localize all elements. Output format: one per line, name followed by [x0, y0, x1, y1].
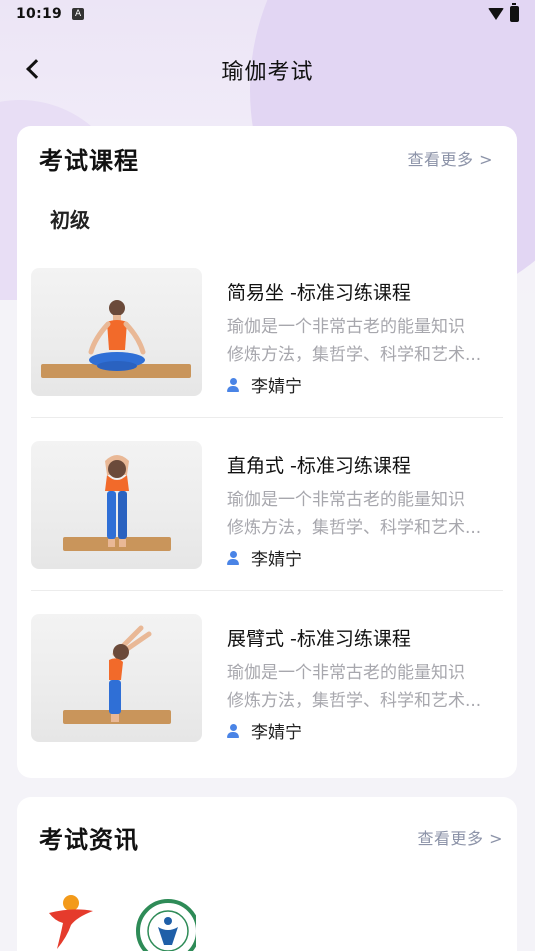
course-title: 直角式 -标准习练课程: [227, 455, 411, 477]
news-logo-icon[interactable]: [47, 893, 97, 951]
description-line: 修炼方法，集哲学、科学和艺术...: [227, 345, 482, 365]
course-description: 瑜伽是一个非常古老的能量知识 修炼方法，集哲学、科学和艺术...: [227, 486, 499, 542]
yoga-forward-bend-figure: [105, 455, 129, 547]
exam-courses-card: 考试课程 查看更多 > 初级 简易坐 -标准习练课程 瑜伽是一个非常古老的能量知…: [17, 126, 517, 778]
notification-icon: A: [72, 8, 85, 20]
top-nav: 瑜伽考试: [0, 40, 535, 100]
section-title: 考试课程: [39, 146, 139, 175]
course-author: 李婧宁: [227, 718, 499, 743]
course-thumbnail: [31, 441, 202, 569]
course-author: 李婧宁: [227, 545, 499, 570]
level-label: 初级: [50, 208, 90, 232]
wifi-icon: [488, 8, 504, 20]
description-line: 瑜伽是一个非常古老的能量知识: [227, 663, 465, 683]
course-thumbnail: [31, 268, 202, 396]
back-button[interactable]: [18, 54, 48, 84]
author-name: 李婧宁: [251, 723, 302, 743]
view-more-link[interactable]: 查看更多 >: [408, 146, 494, 170]
description-line: 瑜伽是一个非常古老的能量知识: [227, 317, 465, 337]
person-icon: [227, 550, 239, 565]
course-description: 瑜伽是一个非常古老的能量知识 修炼方法，集哲学、科学和艺术...: [227, 659, 499, 715]
exam-courses-header: 考试课程 查看更多 >: [39, 140, 493, 176]
course-thumbnail: [31, 614, 202, 742]
yoga-back-bend-figure: [109, 625, 152, 722]
status-bar: 10:19 A: [0, 0, 535, 28]
association-seal-icon[interactable]: [134, 897, 196, 951]
status-time: 10:19: [16, 6, 63, 22]
view-more-link[interactable]: 查看更多 >: [418, 825, 504, 849]
course-item[interactable]: 展臂式 -标准习练课程 瑜伽是一个非常古老的能量知识 修炼方法，集哲学、科学和艺…: [31, 614, 503, 744]
course-item[interactable]: 简易坐 -标准习练课程 瑜伽是一个非常古老的能量知识 修炼方法，集哲学、科学和艺…: [31, 268, 503, 398]
course-item[interactable]: 直角式 -标准习练课程 瑜伽是一个非常古老的能量知识 修炼方法，集哲学、科学和艺…: [31, 441, 503, 571]
yoga-sitting-figure: [88, 300, 146, 371]
page-title: 瑜伽考试: [221, 60, 314, 85]
chevron-left-icon: [26, 59, 46, 79]
course-title: 展臂式 -标准习练课程: [227, 628, 411, 650]
exam-news-card: 考试资讯 查看更多 >: [17, 797, 517, 951]
course-title: 简易坐 -标准习练课程: [227, 282, 411, 304]
person-icon: [227, 377, 239, 392]
course-info: 展臂式 -标准习练课程 瑜伽是一个非常古老的能量知识 修炼方法，集哲学、科学和艺…: [227, 614, 499, 744]
description-line: 修炼方法，集哲学、科学和艺术...: [227, 691, 482, 711]
divider: [31, 417, 503, 418]
divider: [31, 590, 503, 591]
description-line: 修炼方法，集哲学、科学和艺术...: [227, 518, 482, 538]
course-info: 简易坐 -标准习练课程 瑜伽是一个非常古老的能量知识 修炼方法，集哲学、科学和艺…: [227, 268, 499, 398]
person-icon: [227, 723, 239, 738]
course-info: 直角式 -标准习练课程 瑜伽是一个非常古老的能量知识 修炼方法，集哲学、科学和艺…: [227, 441, 499, 571]
section-title: 考试资讯: [39, 825, 139, 854]
course-author: 李婧宁: [227, 372, 499, 397]
author-name: 李婧宁: [251, 550, 302, 570]
course-description: 瑜伽是一个非常古老的能量知识 修炼方法，集哲学、科学和艺术...: [227, 313, 499, 369]
battery-icon: [510, 3, 519, 22]
author-name: 李婧宁: [251, 377, 302, 397]
exam-news-header: 考试资讯 查看更多 >: [39, 819, 503, 855]
description-line: 瑜伽是一个非常古老的能量知识: [227, 490, 465, 510]
